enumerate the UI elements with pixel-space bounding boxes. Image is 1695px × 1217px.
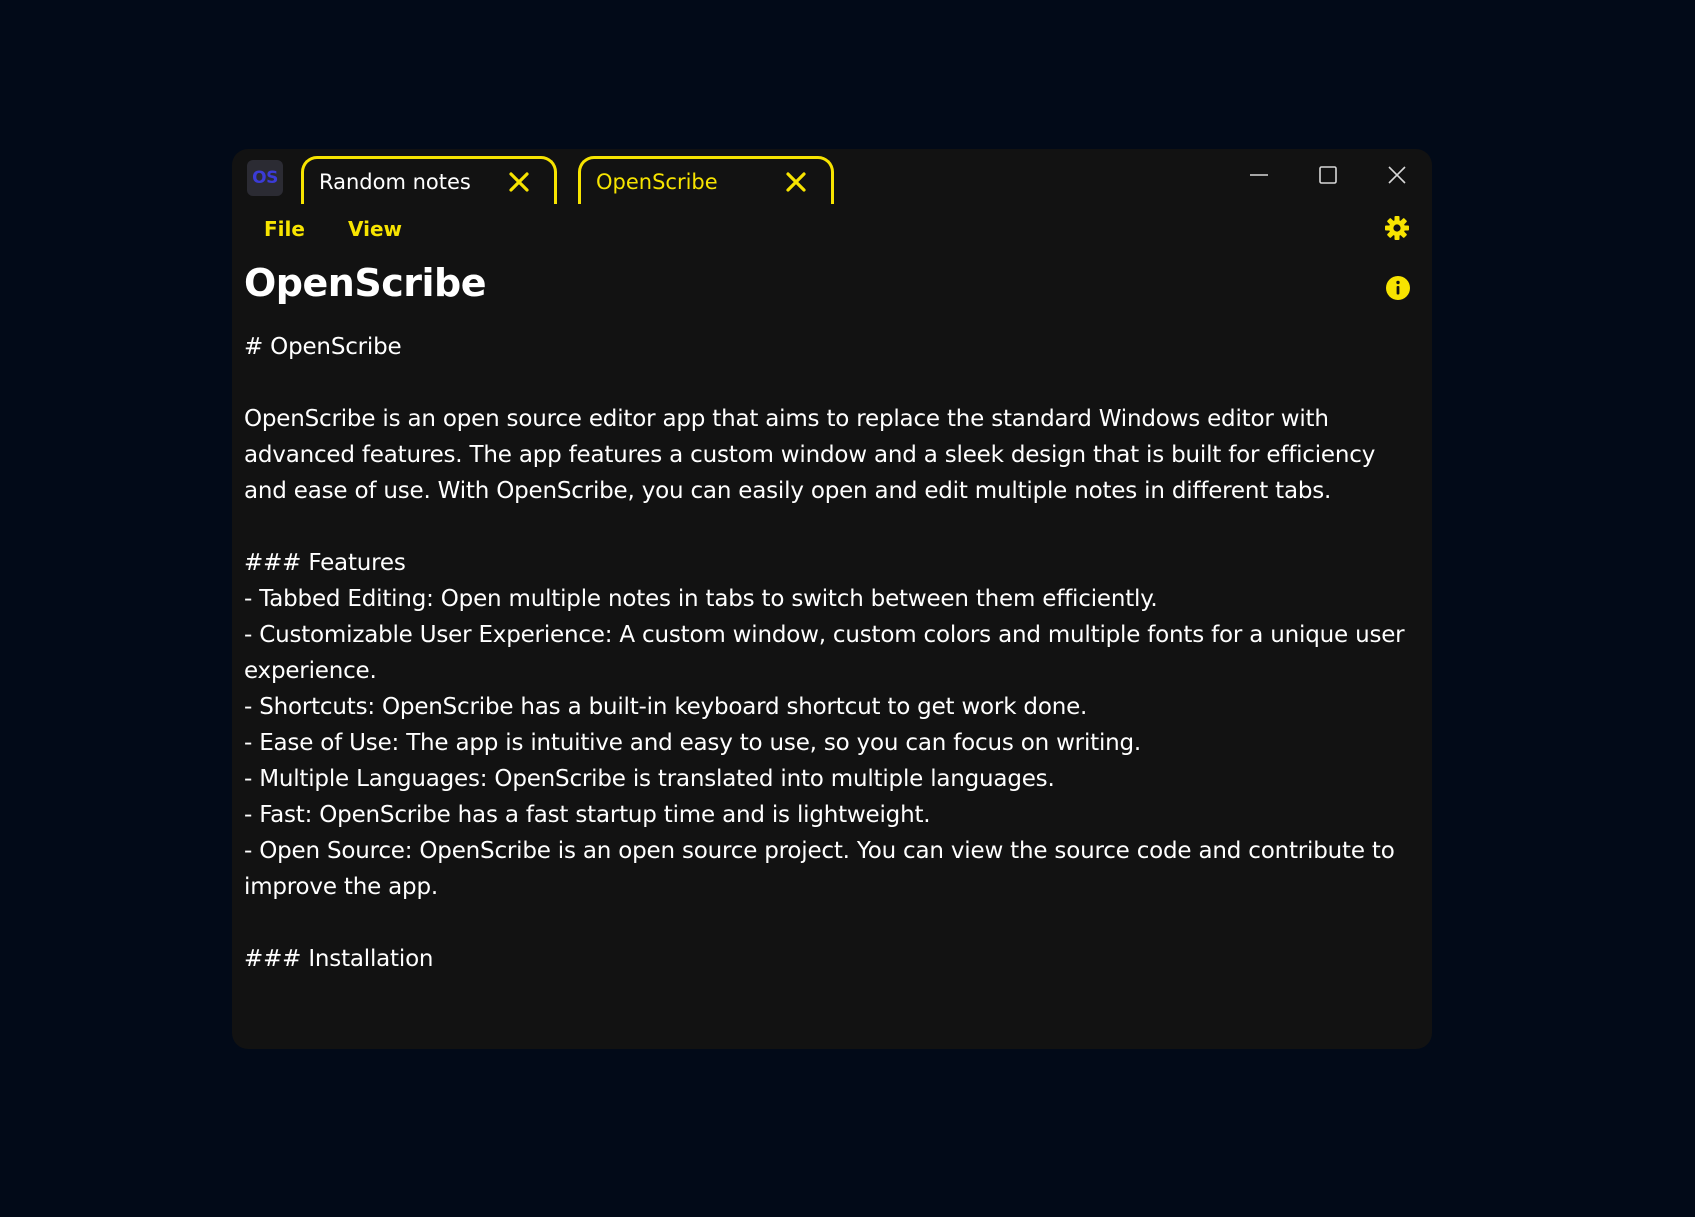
gear-icon[interactable] xyxy=(1384,215,1410,241)
app-logo: OS xyxy=(247,160,283,196)
app-window: OS Random notes OpenScribe File View Ope… xyxy=(232,149,1432,1049)
maximize-icon[interactable] xyxy=(1316,163,1340,187)
title-bar[interactable]: OS Random notes OpenScribe xyxy=(232,149,1432,209)
close-icon[interactable] xyxy=(1385,163,1409,187)
info-icon[interactable] xyxy=(1385,275,1411,301)
tab-label: Random notes xyxy=(319,170,471,194)
menu-file[interactable]: File xyxy=(264,217,305,241)
close-x-icon[interactable] xyxy=(785,171,807,193)
document-title[interactable]: OpenScribe xyxy=(244,261,486,305)
tab-random-notes[interactable]: Random notes xyxy=(301,156,557,204)
note-editor[interactable]: # OpenScribe OpenScribe is an open sourc… xyxy=(244,329,1414,1049)
menu-view[interactable]: View xyxy=(348,217,402,241)
close-x-icon[interactable] xyxy=(508,171,530,193)
minimize-icon[interactable] xyxy=(1247,163,1271,187)
menu-bar: File View xyxy=(232,211,1432,247)
tab-openscribe[interactable]: OpenScribe xyxy=(578,156,834,204)
tab-label: OpenScribe xyxy=(596,170,718,194)
